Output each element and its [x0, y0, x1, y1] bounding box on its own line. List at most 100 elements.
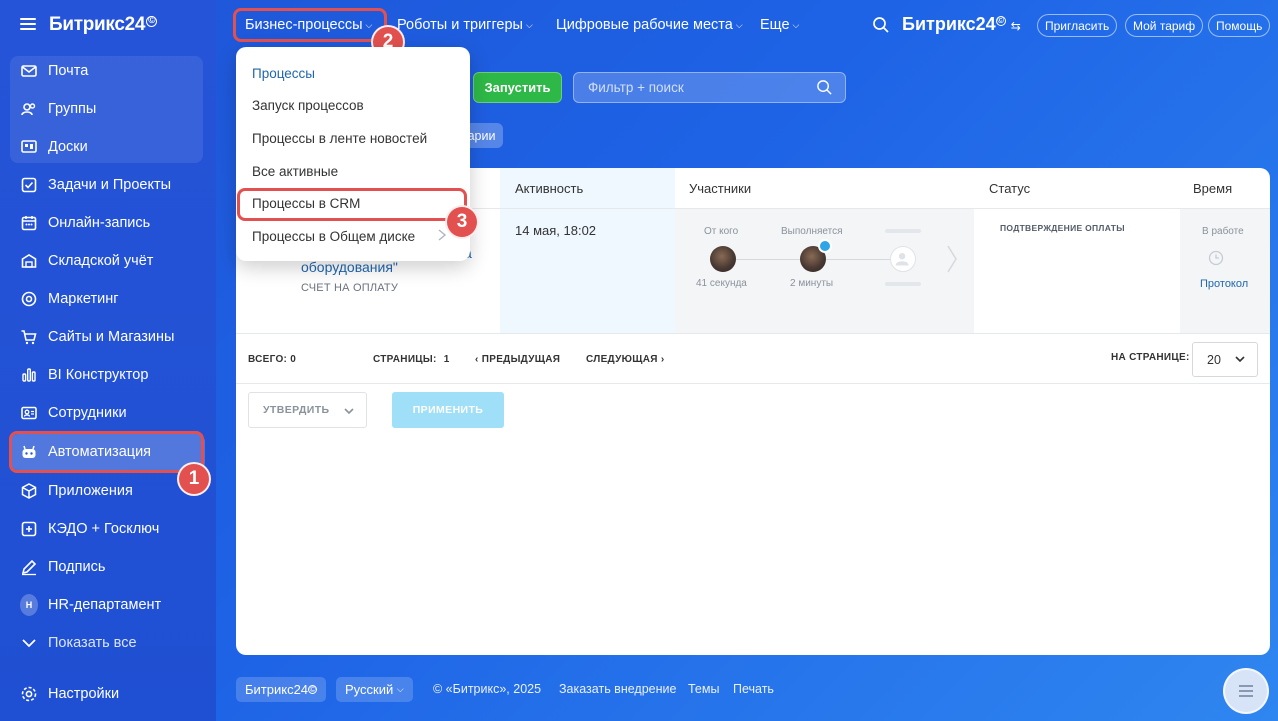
protocol-link[interactable]: Протокол [1200, 278, 1248, 290]
sidebar-item-marketing[interactable]: Маркетинг [10, 281, 205, 317]
sidebar-item-apps[interactable]: Приложения [10, 473, 205, 509]
menu-item-processes[interactable]: Процессы [252, 66, 315, 81]
list-icon [1239, 685, 1253, 697]
chevron-right-icon[interactable] [946, 244, 958, 274]
chevron-down-icon: ⌵ [525, 20, 533, 30]
menu-item-processes-feed[interactable]: Процессы в ленте новостей [252, 131, 427, 146]
run-button[interactable]: Запустить [473, 72, 562, 103]
sidebar-item-booking[interactable]: Онлайн-запись [10, 205, 205, 241]
chevron-down-icon [344, 408, 354, 415]
user-avatar[interactable] [710, 246, 736, 272]
tasks-icon [20, 176, 38, 194]
sidebar-item-label: Приложения [48, 483, 133, 499]
chevron-right-icon: › [660, 354, 665, 365]
annotation-badge-1: 1 [177, 462, 211, 496]
filter-search-input[interactable]: Фильтр + поиск [573, 72, 846, 103]
box-icon [20, 482, 38, 500]
logo[interactable]: Битрикс24 © [49, 14, 158, 36]
sidebar-item-label: Складской учёт [48, 253, 154, 269]
top-menu-robots[interactable]: Роботы и триггеры ⌵ [397, 17, 533, 33]
footer-brand-button[interactable]: Битрикс24 © [236, 677, 327, 702]
header-time[interactable]: Время [1193, 181, 1232, 196]
chevron-down-icon [20, 634, 38, 652]
sidebar-item-kedo[interactable]: КЭДО + Госключ [10, 511, 205, 547]
sidebar-item-label: Доски [48, 139, 88, 155]
filter-placeholder: Фильтр + поиск [588, 80, 684, 95]
apply-button[interactable]: ПРИМЕНИТЬ [392, 392, 504, 428]
menu-icon[interactable] [20, 18, 36, 30]
next-page-link[interactable]: СЛЕДУЮЩАЯ › [586, 354, 664, 365]
exec-time: 2 минуты [790, 278, 834, 289]
sidebar-item-label: HR-департамент [48, 597, 162, 613]
sidebar-item-sites[interactable]: Сайты и Магазины [10, 319, 205, 355]
warehouse-icon [20, 252, 38, 270]
clock-icon [818, 239, 832, 253]
search-icon[interactable] [872, 16, 890, 34]
boards-icon [20, 138, 38, 156]
time-status: В работе [1202, 226, 1244, 237]
top-menu-digital-workplaces[interactable]: Цифровые рабочие места ⌵ [556, 17, 743, 33]
search-icon[interactable] [816, 79, 833, 96]
approve-select[interactable]: УТВЕРДИТЬ [248, 392, 367, 428]
clock-icon [1208, 250, 1224, 266]
from-label: От кого [704, 226, 739, 237]
menu-item-start-processes[interactable]: Запуск процессов [252, 98, 364, 113]
menu-item-processes-crm[interactable]: Процессы в CRM [252, 196, 360, 211]
progress-line [826, 259, 890, 260]
menu-item-all-active[interactable]: Все активные [252, 164, 338, 179]
annotation-badge-3: 3 [445, 205, 479, 239]
menu-item-processes-disk[interactable]: Процессы в Общем диске [252, 229, 415, 244]
sidebar-item-show-all[interactable]: Показать все [10, 625, 205, 661]
calendar-icon [20, 214, 38, 232]
brand-logo[interactable]: Битрикс24 © ⇆ [902, 14, 1021, 35]
header-activity[interactable]: Активность [515, 181, 583, 196]
chat-button[interactable] [1223, 668, 1269, 714]
sliders-icon[interactable]: ⇆ [1011, 19, 1021, 33]
my-tariff-button[interactable]: Мой тариф [1125, 14, 1204, 37]
process-type: СЧЕТ НА ОПЛАТУ [301, 282, 399, 294]
employees-icon [20, 404, 38, 422]
sidebar-item-settings[interactable]: Настройки [10, 676, 205, 712]
sidebar-item-warehouse[interactable]: Складской учёт [10, 243, 205, 279]
prev-page-link[interactable]: ‹ ПРЕДЫДУЩАЯ [475, 354, 560, 365]
executing-label: Выполняется [781, 226, 843, 237]
sidebar-item-label: Подпись [48, 559, 106, 575]
gear-icon [20, 685, 38, 703]
sidebar-item-automation[interactable]: Автоматизация [10, 434, 205, 470]
placeholder-bar [885, 229, 921, 233]
invite-button[interactable]: Пригласить [1037, 14, 1118, 37]
sidebar-item-boards[interactable]: Доски [10, 129, 205, 165]
sidebar-item-employees[interactable]: Сотрудники [10, 395, 205, 431]
chevron-down-icon: ⌵ [396, 684, 404, 694]
sidebar-item-tasks[interactable]: Задачи и Проекты [10, 167, 205, 203]
sidebar-item-bi[interactable]: BI Конструктор [10, 357, 205, 393]
pages-info: СТРАНИЦЫ: 1 [373, 354, 450, 365]
help-button[interactable]: Помощь [1208, 14, 1271, 37]
language-select[interactable]: Русский ⌵ [336, 677, 413, 702]
sidebar: Битрикс24 © Почта Группы Доски Задачи и П… [0, 0, 216, 721]
divider [236, 383, 1270, 384]
sidebar-item-hr[interactable]: H HR-департамент [10, 587, 205, 623]
themes-link[interactable]: Темы [688, 682, 719, 696]
order-implementation-link[interactable]: Заказать внедрение [559, 682, 676, 696]
top-menu-more[interactable]: Еще ⌵ [760, 17, 799, 33]
divider [236, 333, 1270, 334]
sidebar-item-groups[interactable]: Группы [10, 91, 205, 127]
sidebar-item-label: Онлайн-запись [48, 215, 151, 231]
per-page-select[interactable]: 20 [1192, 342, 1258, 377]
print-link[interactable]: Печать [733, 682, 774, 696]
process-title-link[interactable]: оборудования" [301, 259, 398, 275]
header-participants[interactable]: Участники [689, 181, 751, 196]
cart-icon [20, 328, 38, 346]
robot-icon [20, 443, 38, 461]
sidebar-item-mail[interactable]: Почта [10, 53, 205, 89]
marketing-icon [20, 290, 38, 308]
from-time: 41 секунда [696, 278, 747, 289]
status-text: ПОДТВЕРЖДЕНИЕ ОПЛАТЫ [1000, 223, 1125, 233]
sidebar-item-signature[interactable]: Подпись [10, 549, 205, 585]
chevron-right-icon [438, 229, 446, 241]
hr-avatar: H [20, 594, 38, 616]
top-menu-business-processes[interactable]: Бизнес-процессы ⌵ [245, 17, 372, 33]
header-status[interactable]: Статус [989, 181, 1030, 196]
chevron-down-icon: ⌵ [735, 20, 743, 30]
